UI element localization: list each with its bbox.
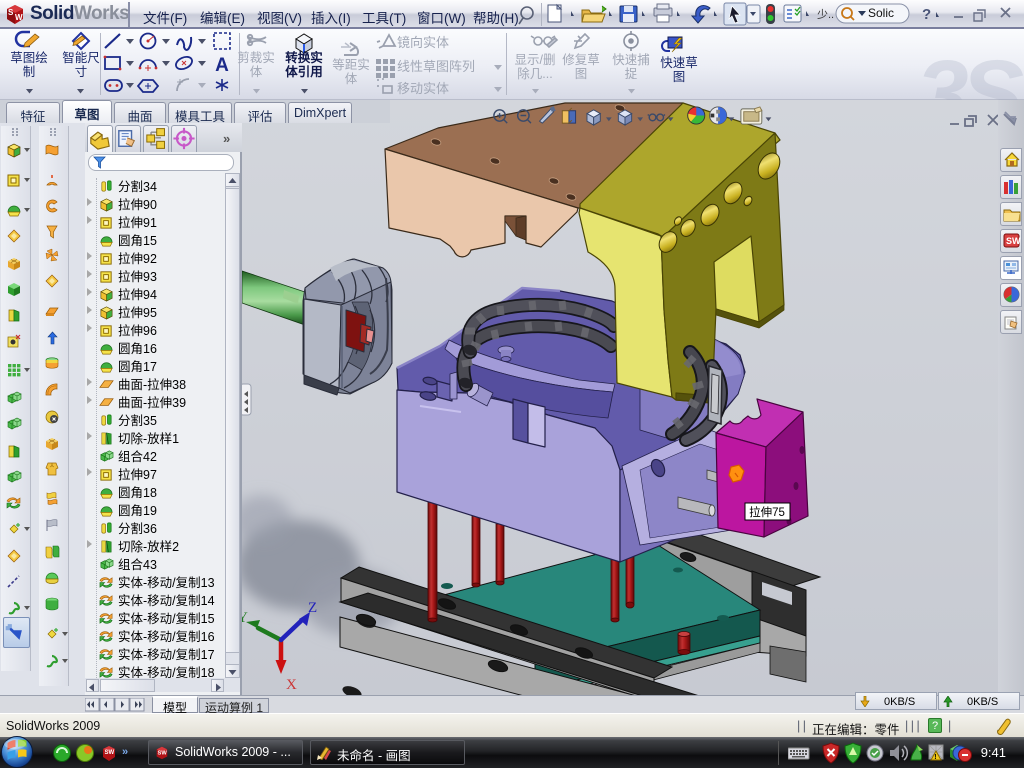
svg-text:拉伸75: 拉伸75 (749, 505, 785, 519)
svg-text:Solic: Solic (868, 6, 894, 20)
svg-text:修复草: 修复草 (562, 52, 600, 67)
svg-text:Z: Z (308, 600, 317, 616)
svg-text:?: ? (922, 6, 931, 23)
svg-text:»: » (122, 746, 128, 758)
svg-text:W: W (15, 13, 23, 22)
svg-text:除几...: 除几... (517, 66, 552, 81)
svg-text:图: 图 (575, 67, 588, 81)
svg-text:寸: 寸 (75, 65, 88, 79)
svg-text:S: S (8, 8, 14, 17)
svg-text:智能尺: 智能尺 (62, 50, 100, 65)
svg-text:体引用: 体引用 (285, 64, 323, 79)
svg-text:显示/删: 显示/删 (515, 53, 556, 67)
svg-text:转换实: 转换实 (285, 50, 323, 65)
svg-text:Y: Y (242, 610, 248, 626)
svg-text:少..: 少.. (817, 8, 834, 21)
svg-text:等距实: 等距实 (332, 57, 370, 72)
svg-text:SW: SW (158, 751, 168, 757)
svg-text:镜向实体: 镜向实体 (397, 35, 449, 50)
svg-text:移动实体: 移动实体 (397, 81, 449, 96)
svg-text:体: 体 (345, 72, 358, 86)
svg-text:捉: 捉 (625, 66, 638, 81)
svg-text:A: A (215, 55, 229, 76)
svg-text:剪裁实: 剪裁实 (237, 50, 275, 65)
svg-text:X: X (286, 677, 297, 693)
svg-text:图: 图 (673, 70, 686, 84)
svg-text:SW: SW (1006, 236, 1021, 246)
svg-text:!: ! (934, 754, 936, 761)
svg-text:制: 制 (23, 65, 36, 79)
svg-text:快速捕: 快速捕 (612, 52, 650, 67)
svg-text:线性草图阵列: 线性草图阵列 (397, 59, 475, 74)
svg-text:快速草: 快速草 (660, 56, 698, 70)
svg-text:草图绘: 草图绘 (10, 50, 48, 65)
svg-text:SW: SW (105, 750, 115, 756)
svg-text:体: 体 (250, 65, 263, 79)
